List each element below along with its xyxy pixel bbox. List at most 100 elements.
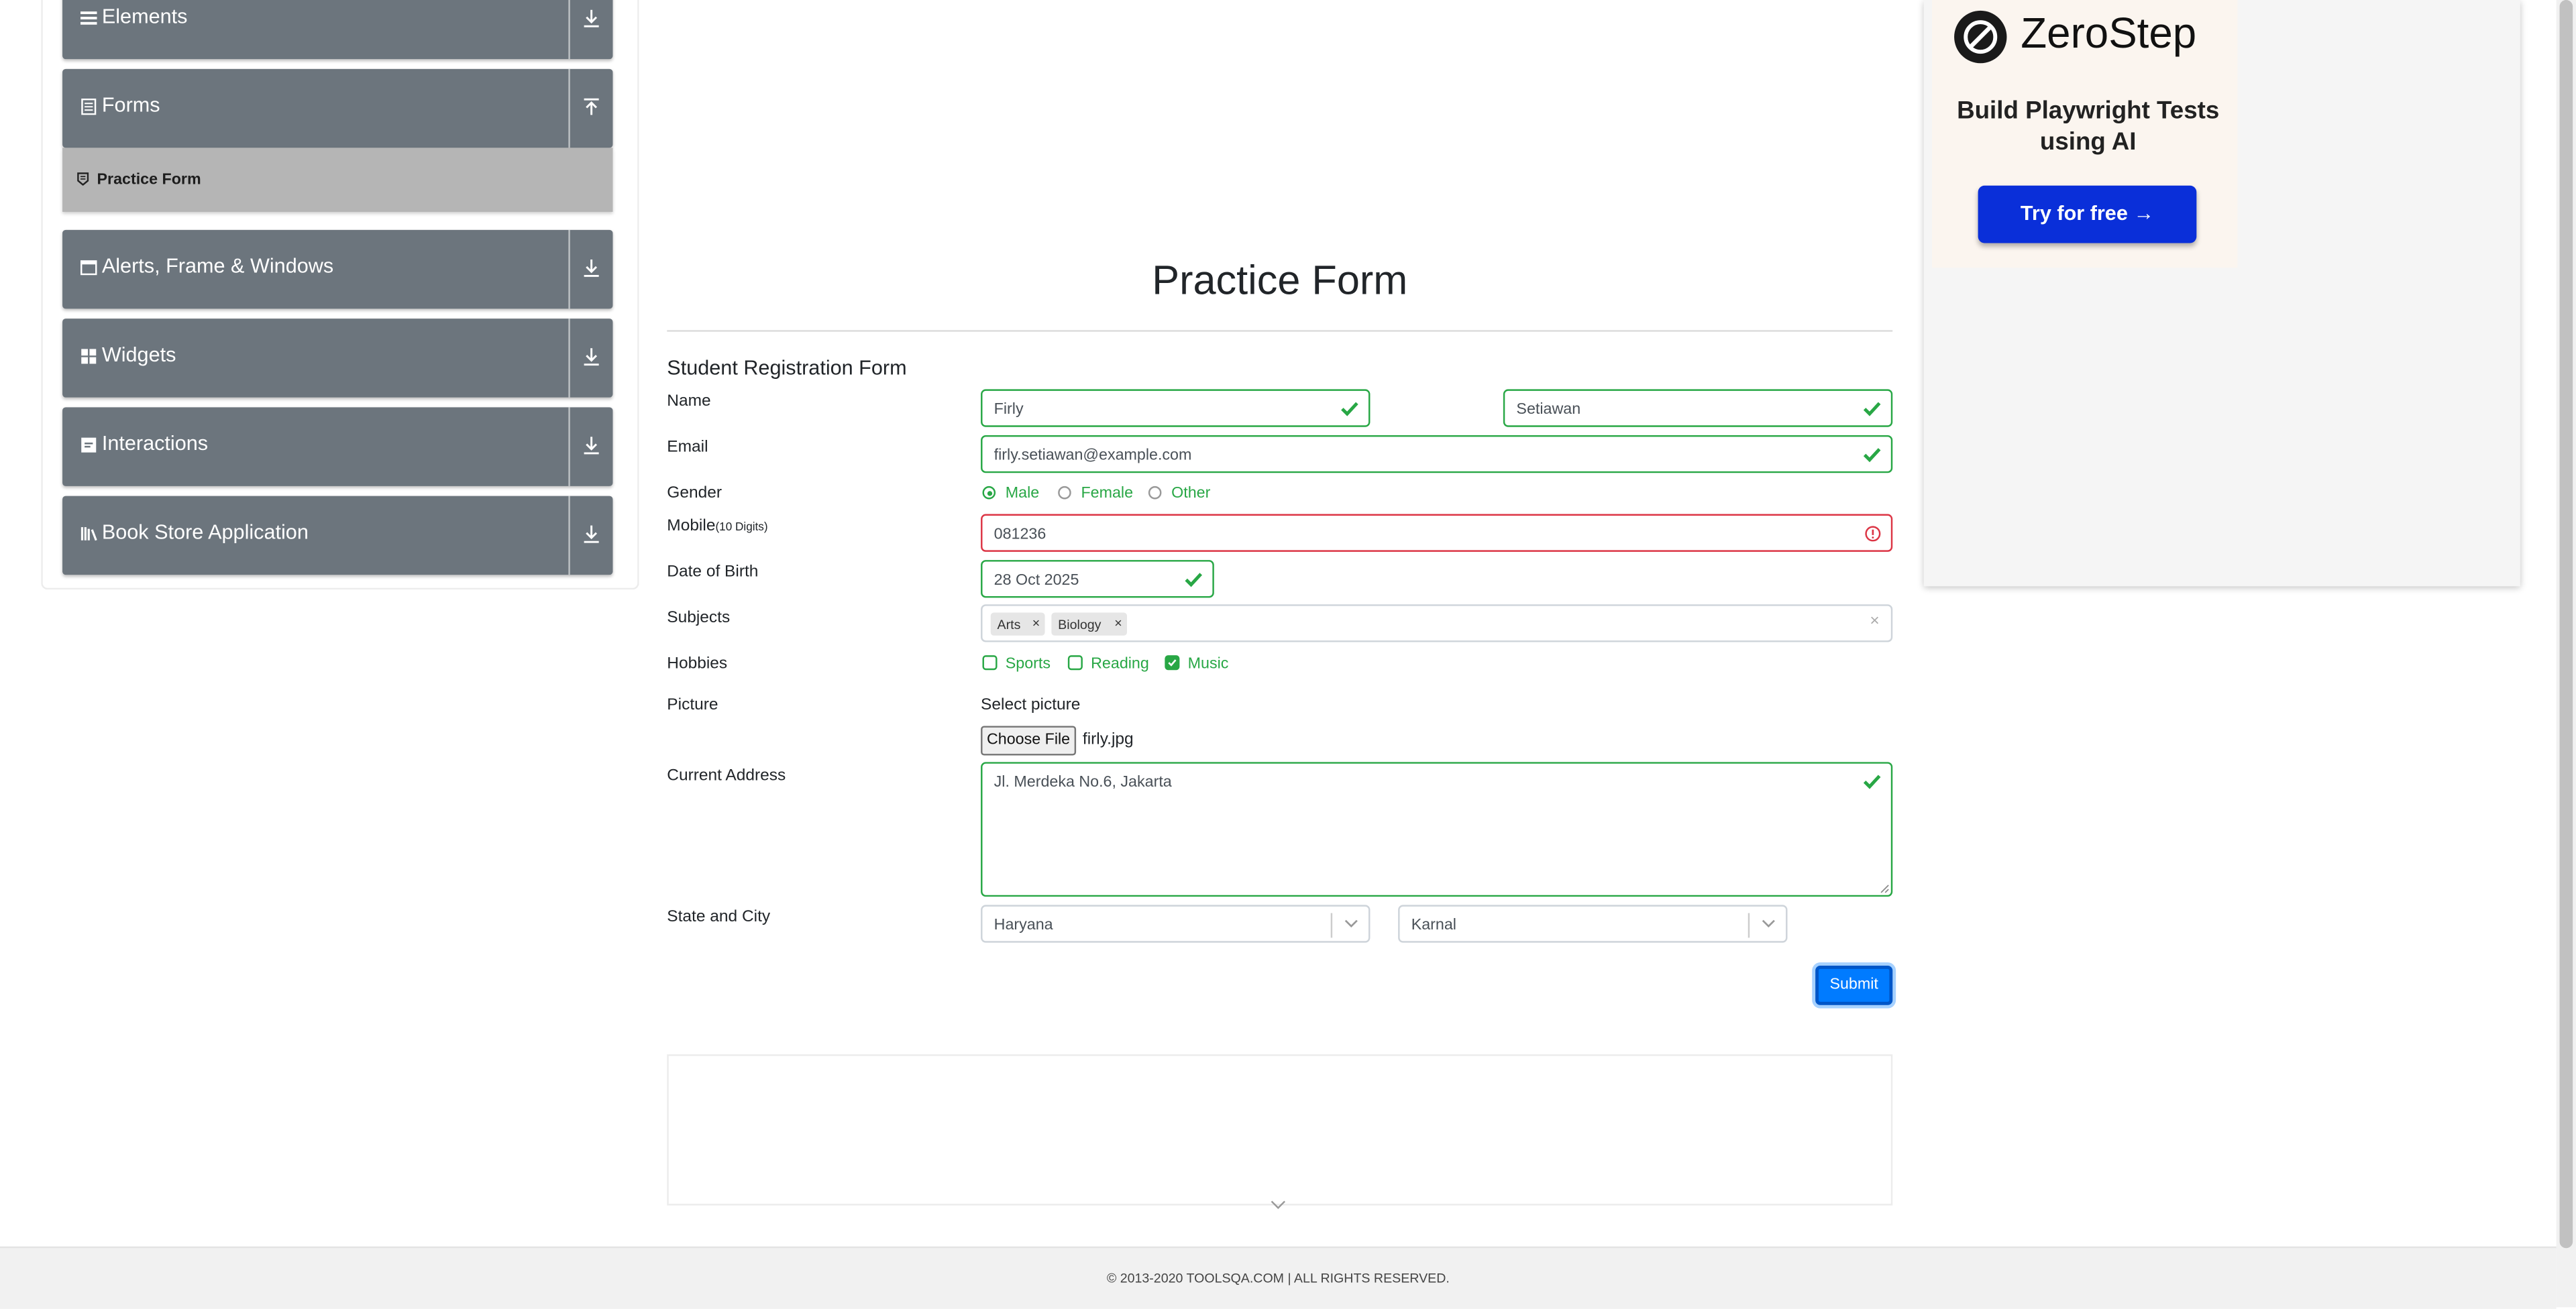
- error-icon: [1865, 526, 1881, 542]
- sidebar-group-label: Elements: [101, 5, 188, 28]
- page-title: Practice Form: [1152, 258, 1408, 304]
- sidebar-group-label: Widgets: [101, 343, 176, 367]
- address-value: Jl. Merdeka No.6, Jakarta: [994, 773, 1172, 792]
- picture-label: Picture: [667, 696, 718, 715]
- hobby-music-option[interactable]: Music: [1163, 654, 1242, 675]
- subjects-label: Subjects: [667, 609, 731, 628]
- submit-button[interactable]: Submit: [1815, 966, 1893, 1005]
- chip-label: Arts: [997, 617, 1021, 632]
- gender-female-option[interactable]: Female: [1057, 484, 1147, 504]
- sidebar-item-practice-form[interactable]: Practice Form: [62, 148, 613, 212]
- city-value: Karnal: [1411, 916, 1456, 935]
- first-name-value: Firly: [994, 400, 1024, 419]
- ad-tagline: Build Playwright Tests using AI: [1957, 97, 2220, 156]
- group-divider: [568, 496, 570, 575]
- option-label: Male: [1005, 484, 1040, 503]
- first-name-field[interactable]: Firly: [981, 389, 1371, 427]
- expand-icon[interactable]: [582, 8, 601, 30]
- name-label: Name: [667, 392, 711, 411]
- chevron-down-icon[interactable]: [1761, 918, 1776, 929]
- try-for-free-button[interactable]: Try for free →: [1978, 185, 2197, 243]
- valid-check-icon: [1863, 402, 1881, 416]
- state-city-label: State and City: [667, 908, 771, 927]
- dob-field[interactable]: 28 Oct 2025: [981, 560, 1214, 598]
- hobby-sports-option[interactable]: Sports: [981, 654, 1060, 675]
- interactions-icon: [81, 437, 97, 453]
- sidebar-group-elements[interactable]: Elements: [62, 0, 613, 60]
- sidebar-group-alerts[interactable]: Alerts, Frame & Windows: [62, 229, 613, 309]
- option-label: Female: [1081, 484, 1134, 503]
- subject-chip: Arts ×: [990, 612, 1045, 636]
- footer: © 2013-2020 TOOLSQA.COM | ALL RIGHTS RES…: [0, 1246, 2557, 1309]
- gender-other-option[interactable]: Other: [1146, 484, 1228, 504]
- city-select[interactable]: Karnal: [1398, 905, 1788, 943]
- valid-check-icon: [1863, 775, 1881, 789]
- address-textarea[interactable]: Jl. Merdeka No.6, Jakarta: [981, 762, 1893, 897]
- mobile-hint: (10 Digits): [715, 522, 768, 534]
- sidebar-group-label: Interactions: [101, 432, 209, 455]
- title-divider: [667, 330, 1893, 332]
- dob-value: 28 Oct 2025: [994, 571, 1079, 590]
- tag-icon: [77, 172, 89, 186]
- valid-check-icon: [1185, 573, 1203, 587]
- select-divider: [1748, 913, 1750, 938]
- resize-handle-icon[interactable]: [1880, 884, 1890, 894]
- chevron-down-icon[interactable]: [1270, 1199, 1286, 1212]
- sidebar-group-widgets[interactable]: Widgets: [62, 319, 613, 398]
- state-select[interactable]: Haryana: [981, 905, 1371, 943]
- radio-button[interactable]: [982, 486, 996, 500]
- chip-label: Biology: [1058, 617, 1102, 632]
- sidebar-group-book-store[interactable]: Book Store Application: [62, 496, 613, 575]
- collapse-icon[interactable]: [582, 97, 601, 118]
- sidebar-group-label: Alerts, Frame & Windows: [101, 254, 334, 278]
- mobile-value: 081236: [994, 525, 1046, 544]
- group-divider: [568, 229, 570, 309]
- zerostep-logo-icon: [1954, 10, 2007, 64]
- gender-male-option[interactable]: Male: [981, 484, 1063, 504]
- document-icon: [81, 98, 97, 115]
- email-value: firly.setiawan@example.com: [994, 447, 1192, 465]
- mobile-field[interactable]: 081236: [981, 514, 1893, 552]
- choose-file-button[interactable]: Choose File: [981, 726, 1077, 756]
- group-divider: [568, 407, 570, 486]
- form-heading: Student Registration Form: [667, 356, 907, 380]
- option-label: Other: [1171, 484, 1211, 503]
- subjects-input[interactable]: Arts × Biology × ×: [981, 604, 1893, 642]
- chevron-down-icon[interactable]: [1344, 918, 1358, 929]
- mobile-label-text: Mobile: [667, 517, 716, 536]
- sidebar-group-label: Book Store Application: [101, 520, 309, 544]
- books-icon: [80, 527, 97, 541]
- expand-icon[interactable]: [582, 435, 601, 457]
- ad-placeholder: [667, 1054, 1893, 1206]
- option-label: Sports: [1005, 655, 1051, 674]
- expand-icon[interactable]: [582, 258, 601, 279]
- expand-icon[interactable]: [582, 524, 601, 545]
- checkbox[interactable]: [982, 655, 998, 671]
- ad-brand: ZeroStep: [2021, 8, 2197, 58]
- valid-check-icon: [1341, 402, 1358, 416]
- hobby-reading-option[interactable]: Reading: [1066, 654, 1157, 675]
- radio-button[interactable]: [1058, 486, 1071, 500]
- expand-icon[interactable]: [582, 347, 601, 368]
- last-name-field[interactable]: Setiawan: [1503, 389, 1893, 427]
- file-name: firly.jpg: [1082, 730, 1134, 749]
- group-divider: [568, 68, 570, 148]
- widgets-icon: [81, 349, 97, 364]
- scrollbar-thumb[interactable]: [2559, 0, 2573, 1249]
- sidebar-group-forms[interactable]: Forms: [62, 68, 613, 148]
- checkbox[interactable]: [1067, 655, 1083, 671]
- subject-chip: Biology ×: [1051, 612, 1128, 636]
- group-divider: [568, 0, 570, 60]
- email-field[interactable]: firly.setiawan@example.com: [981, 435, 1893, 473]
- gender-label: Gender: [667, 484, 722, 503]
- checkmark-icon: [1168, 659, 1177, 667]
- sidebar-group-label: Forms: [101, 93, 160, 117]
- address-label: Current Address: [667, 766, 786, 785]
- clear-all-icon[interactable]: ×: [1870, 612, 1879, 630]
- radio-button[interactable]: [1148, 486, 1162, 500]
- state-value: Haryana: [994, 916, 1053, 935]
- chip-remove-icon[interactable]: ×: [1114, 616, 1122, 630]
- sidebar-group-interactions[interactable]: Interactions: [62, 407, 613, 486]
- checkbox[interactable]: [1165, 655, 1180, 671]
- chip-remove-icon[interactable]: ×: [1032, 616, 1040, 630]
